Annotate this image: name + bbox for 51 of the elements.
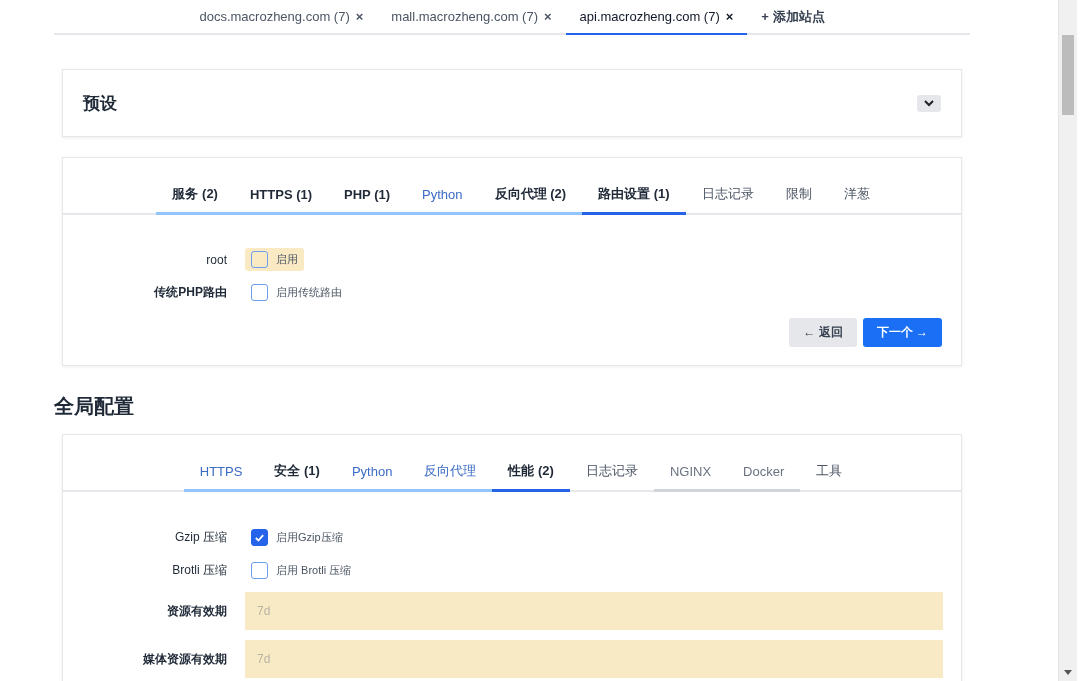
checkbox[interactable]	[251, 529, 268, 546]
close-icon[interactable]: ×	[543, 9, 552, 24]
checkbox[interactable]	[251, 284, 268, 301]
field-label: 媒体资源有效期	[142, 650, 227, 668]
next-button[interactable]: 下一个 →	[862, 318, 942, 347]
config-tab[interactable]: HTTPS	[183, 454, 259, 492]
config-tab[interactable]: 日志记录	[569, 454, 654, 492]
config-tab[interactable]: 限制	[769, 177, 828, 215]
config-tab[interactable]: NGINX	[653, 454, 728, 492]
scrollbar[interactable]	[1058, 0, 1077, 681]
add-site-button[interactable]: + 添加站点	[747, 0, 839, 33]
config-tab[interactable]: 路由设置 (1)	[582, 177, 686, 215]
config-tab[interactable]: 反向代理	[408, 454, 493, 492]
section-heading: 全局配置	[54, 394, 135, 419]
config-tab[interactable]: 日志记录	[685, 177, 770, 215]
chevron-button[interactable]	[917, 94, 941, 112]
back-button[interactable]: ← 返回	[789, 318, 857, 347]
config-tab[interactable]: 安全 (1)	[258, 454, 336, 492]
checkbox-label: 启用	[276, 252, 298, 267]
config-tab[interactable]: Python	[335, 454, 409, 492]
input-field[interactable]: 7d	[245, 592, 943, 630]
site-tab[interactable]: docs.macrozheng.com (7) ×	[185, 0, 378, 35]
checkmark-icon	[254, 532, 265, 543]
config-tab[interactable]: 性能 (2)	[492, 454, 570, 492]
checkbox[interactable]	[251, 251, 268, 268]
scrollbar-thumb[interactable]	[1062, 35, 1074, 115]
field-label: 资源有效期	[166, 602, 227, 620]
config-tab[interactable]: 工具	[800, 454, 859, 492]
field-label: Gzip 压缩	[174, 529, 227, 546]
site-tab[interactable]: api.macrozheng.com (7) ×	[565, 0, 748, 35]
checkbox[interactable]	[251, 562, 268, 579]
chevron-down-icon	[924, 99, 934, 107]
preset-title: 预设	[83, 92, 117, 115]
config-tab[interactable]: PHP (1)	[328, 177, 407, 215]
checkbox-label: 启用传统路由	[276, 285, 342, 300]
field-label: root	[205, 252, 227, 267]
close-icon[interactable]: ×	[355, 9, 364, 24]
checkbox-label: 启用Gzip压缩	[276, 530, 343, 545]
config-tab[interactable]: 洋葱	[827, 177, 886, 215]
field-label: 传统PHP路由	[152, 284, 227, 301]
config-tab[interactable]: 服务 (2)	[156, 177, 234, 215]
site-tab[interactable]: mall.macrozheng.com (7) ×	[377, 0, 566, 35]
config-tab[interactable]: 反向代理 (2)	[478, 177, 583, 215]
checkbox-label: 启用 Brotli 压缩	[276, 563, 352, 578]
field-label: Brotli 压缩	[171, 562, 227, 579]
input-field[interactable]: 7d	[245, 640, 943, 678]
scroll-down-icon[interactable]	[1064, 670, 1072, 675]
close-icon[interactable]: ×	[725, 9, 734, 24]
config-tab[interactable]: Docker	[727, 454, 801, 492]
config-tab[interactable]: HTTPS (1)	[233, 177, 329, 215]
config-tab[interactable]: Python	[406, 177, 479, 215]
